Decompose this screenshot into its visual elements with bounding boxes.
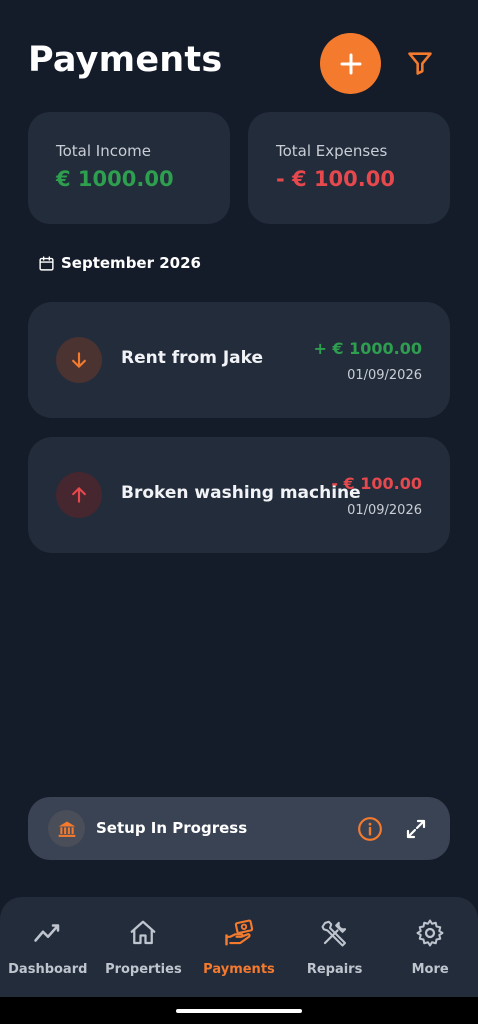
bottom-navigation: Dashboard Properties Payments Repairs Mo… bbox=[0, 897, 478, 997]
nav-item-more[interactable]: More bbox=[382, 897, 478, 997]
total-income-label: Total Income bbox=[56, 142, 151, 160]
income-indicator bbox=[56, 337, 102, 383]
page-title: Payments bbox=[28, 40, 223, 80]
house-icon bbox=[131, 920, 156, 945]
setup-label: Setup In Progress bbox=[96, 819, 248, 837]
calendar-icon bbox=[39, 255, 54, 271]
hand-money-icon bbox=[225, 919, 254, 946]
nav-label-repairs: Repairs bbox=[306, 962, 363, 977]
nav-item-repairs[interactable]: Repairs bbox=[287, 897, 383, 997]
total-income-card: Total Income € 1000.00 bbox=[28, 112, 230, 224]
transaction-amount: + € 1000.00 bbox=[313, 339, 422, 358]
nav-item-properties[interactable]: Properties bbox=[96, 897, 192, 997]
tools-icon bbox=[321, 920, 346, 947]
arrow-up-icon bbox=[72, 487, 86, 503]
nav-label-more: More bbox=[411, 962, 449, 977]
bank-icon bbox=[58, 821, 75, 837]
expense-indicator bbox=[56, 472, 102, 518]
nav-label-properties: Properties bbox=[105, 962, 182, 977]
transaction-card-washing-machine[interactable]: Broken washing machine - € 100.00 01/09/… bbox=[28, 437, 450, 553]
nav-label-payments: Payments bbox=[203, 962, 275, 977]
add-payment-button[interactable] bbox=[320, 33, 381, 94]
month-label: September 2026 bbox=[61, 254, 201, 272]
filter-icon bbox=[408, 52, 432, 75]
total-expenses-value: - € 100.00 bbox=[276, 167, 395, 191]
transaction-date: 01/09/2026 bbox=[347, 503, 422, 518]
transaction-name: Rent from Jake bbox=[121, 348, 264, 368]
bank-icon-badge bbox=[48, 810, 85, 847]
month-header: September 2026 bbox=[38, 254, 201, 272]
nav-item-payments[interactable]: Payments bbox=[191, 897, 287, 997]
transaction-card-rent[interactable]: Rent from Jake + € 1000.00 01/09/2026 bbox=[28, 302, 450, 418]
filter-button[interactable] bbox=[403, 46, 437, 80]
gear-icon bbox=[416, 919, 444, 947]
home-indicator[interactable] bbox=[176, 1009, 302, 1013]
nav-item-dashboard[interactable]: Dashboard bbox=[0, 897, 96, 997]
total-expenses-card: Total Expenses - € 100.00 bbox=[248, 112, 450, 224]
setup-progress-bar[interactable]: Setup In Progress bbox=[28, 797, 450, 860]
system-home-bar bbox=[0, 997, 478, 1024]
transaction-amount: - € 100.00 bbox=[331, 474, 422, 493]
info-icon[interactable] bbox=[357, 816, 383, 842]
chart-line-icon bbox=[34, 924, 60, 942]
total-income-value: € 1000.00 bbox=[56, 167, 174, 191]
transaction-name: Broken washing machine bbox=[121, 483, 361, 503]
total-expenses-label: Total Expenses bbox=[276, 142, 388, 160]
expand-icon[interactable] bbox=[404, 817, 428, 841]
arrow-down-icon bbox=[72, 352, 86, 368]
nav-label-dashboard: Dashboard bbox=[8, 962, 88, 977]
plus-icon bbox=[340, 53, 361, 74]
transaction-date: 01/09/2026 bbox=[347, 368, 422, 383]
